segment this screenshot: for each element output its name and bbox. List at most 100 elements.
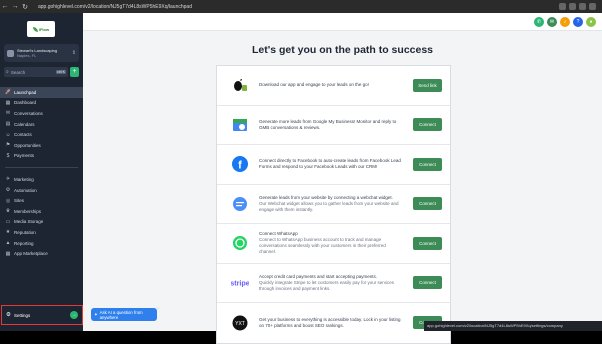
back-icon[interactable]: ← (0, 3, 10, 10)
sidebar-item-label: Memberships (14, 208, 42, 214)
sidebar-search-row: ⌕ Search ctrl K + (4, 67, 79, 77)
sidebar-item-conversations[interactable]: ✉ Conversations (0, 108, 83, 119)
sidebar-item-automation[interactable]: ⚙ Automation (0, 185, 83, 196)
sidebar-item-label: Conversations (14, 110, 43, 116)
megaphone-icon: ✈ (5, 176, 11, 183)
grid-icon: ▦ (5, 250, 11, 257)
connect-button[interactable]: Connect (413, 157, 442, 171)
google-business-icon (231, 116, 249, 134)
gear-icon: ⚙ (6, 312, 11, 318)
sidebar-item-label: Reputation (14, 229, 36, 235)
sidebar-item-label: Opportunities (14, 142, 41, 148)
connect-button[interactable]: Connect (413, 197, 442, 211)
company-logo[interactable]: iFlow (27, 21, 55, 37)
webchat-icon (231, 195, 249, 213)
chevron-updown-icon: ⇕ (71, 50, 76, 56)
svg-text:YXT: YXT (235, 321, 245, 327)
folder-icon: ▭ (5, 218, 11, 225)
leaf-icon (32, 26, 38, 32)
card-subtext: Connect to WhatsApp business account to … (259, 237, 386, 255)
card-title: Get your business to everything is acces… (259, 316, 401, 328)
sidebar-item-label: App Marketplace (14, 251, 48, 257)
integration-card: f Connect directly to Facebook to auto-cr… (217, 145, 450, 185)
search-placeholder: Search (10, 69, 26, 75)
whatsapp-icon (231, 234, 249, 252)
sidebar-item-launchpad[interactable]: 🚀 Launchpad (0, 87, 83, 98)
account-switcher[interactable]: Stewart's Landscaping Naples, FL ⇕ (4, 44, 79, 62)
sidebar-menu: 🚀 Launchpad ▦ Dashboard ✉ Conversations ▤ Calen… (0, 87, 83, 259)
sidebar-item-contacts[interactable]: ☺ Contacts (0, 129, 83, 140)
sidebar-item-label: Automation (14, 187, 37, 193)
automation-icon: ⚙ (5, 187, 11, 194)
integration-card: Generate leads from your website by conn… (217, 185, 450, 224)
bell-icon[interactable]: ♪ (560, 17, 570, 27)
forward-icon[interactable]: → (10, 3, 20, 10)
integration-card: stripe Accept credit card payments and st… (217, 264, 450, 303)
sidebar-item-payments[interactable]: $ Payments (0, 151, 83, 162)
sidebar-item-sites[interactable]: ◎ Sites (0, 195, 83, 206)
search-icon: ⌕ (6, 69, 9, 75)
browser-extensions (559, 3, 596, 10)
sidebar-item-label: Contacts (14, 132, 32, 138)
quick-add-button[interactable]: + (70, 67, 79, 77)
connect-button[interactable]: Connect (413, 236, 442, 250)
sidebar-item-label: Media Storage (14, 219, 44, 225)
sidebar-item-settings[interactable]: ⚙ Settings → (1, 305, 83, 325)
extension-icon[interactable] (569, 3, 576, 10)
chat-icon: ✉ (5, 110, 11, 117)
sidebar-item-label: Marketing (14, 176, 34, 182)
sidebar-item-label: Dashboard (14, 100, 37, 106)
arrow-badge-icon[interactable]: → (70, 311, 78, 319)
sidebar-item-label: Reporting (14, 240, 34, 246)
sidebar-item-calendars[interactable]: ▤ Calendars (0, 119, 83, 130)
card-description: Accept credit card payments and start ac… (259, 274, 404, 292)
extension-icon[interactable] (559, 3, 566, 10)
payments-icon: $ (6, 152, 10, 159)
facebook-icon: f (231, 155, 249, 173)
connect-button[interactable]: Connect (413, 118, 442, 132)
card-subtext: Quickly integrate Stripe to let customer… (259, 279, 395, 291)
sidebar-item-media-storage[interactable]: ▭ Media Storage (0, 217, 83, 228)
browser-toolbar: ← → ↻ app.gohighlevel.com/v2/location/NJ… (0, 0, 602, 13)
search-input[interactable]: ⌕ Search ctrl K (4, 67, 68, 77)
dashboard-icon: ▦ (5, 99, 11, 106)
profile-icon[interactable] (589, 3, 596, 10)
card-title: Download our app and engage to your lead… (259, 82, 369, 88)
star-icon: ★ (5, 229, 11, 236)
app-window: ← → ↻ app.gohighlevel.com/v2/location/NJ… (0, 0, 602, 344)
integration-card: Generate more leads from Google My Busin… (217, 106, 450, 145)
logo-text: iFlow (38, 26, 50, 32)
main-content: ✆ ✉ ♪ ? ● Let's get you on the path to s… (83, 13, 602, 344)
search-shortcut: ctrl K (56, 70, 66, 74)
sidebar-item-dashboard[interactable]: ▦ Dashboard (0, 98, 83, 109)
help-icon[interactable]: ? (573, 17, 583, 27)
sidebar-item-reporting[interactable]: ▲ Reporting (0, 238, 83, 249)
header-actions: ✆ ✉ ♪ ? ● (534, 17, 596, 27)
rocket-icon: 🚀 (5, 89, 12, 96)
settings-label: Settings (13, 312, 31, 318)
sidebar-item-reputation[interactable]: ★ Reputation (0, 227, 83, 238)
phone-icon[interactable]: ✆ (534, 17, 544, 27)
address-bar[interactable]: app.gohighlevel.com/v2/location/NJ5gT7d4… (38, 4, 368, 10)
user-avatar[interactable]: ● (586, 17, 596, 27)
close-icon[interactable]: ✕ (156, 306, 160, 312)
card-subtext: Our Webchat widget allows you to gather … (259, 200, 399, 212)
sidebar-item-label: Calendars (14, 121, 35, 127)
account-info: Stewart's Landscaping Naples, FL (17, 48, 57, 58)
megaphone-icon[interactable]: ✉ (547, 17, 557, 27)
chart-icon: ▲ (5, 240, 11, 247)
membership-icon: ♛ (5, 208, 11, 215)
sidebar-item-app-marketplace[interactable]: ▦ App Marketplace (0, 248, 83, 259)
svg-text:f: f (238, 160, 242, 172)
ask-ai-button[interactable]: ✦ Ask AI a question from anywhere (91, 308, 157, 321)
card-description: Connect directly to Facebook to auto-cre… (259, 158, 404, 170)
integration-card: Download our app and engage to your lead… (217, 66, 450, 106)
sidebar-item-opportunities[interactable]: ⚑ Opportunities (0, 140, 83, 151)
reload-icon[interactable]: ↻ (20, 3, 30, 11)
svg-text:stripe: stripe (231, 278, 249, 287)
send-link-button[interactable]: Send link (413, 78, 442, 92)
sidebar-item-marketing[interactable]: ✈ Marketing (0, 174, 83, 185)
connect-button[interactable]: Connect (413, 276, 442, 290)
extension-icon[interactable] (579, 3, 586, 10)
sidebar-item-memberships[interactable]: ♛ Memberships (0, 206, 83, 217)
